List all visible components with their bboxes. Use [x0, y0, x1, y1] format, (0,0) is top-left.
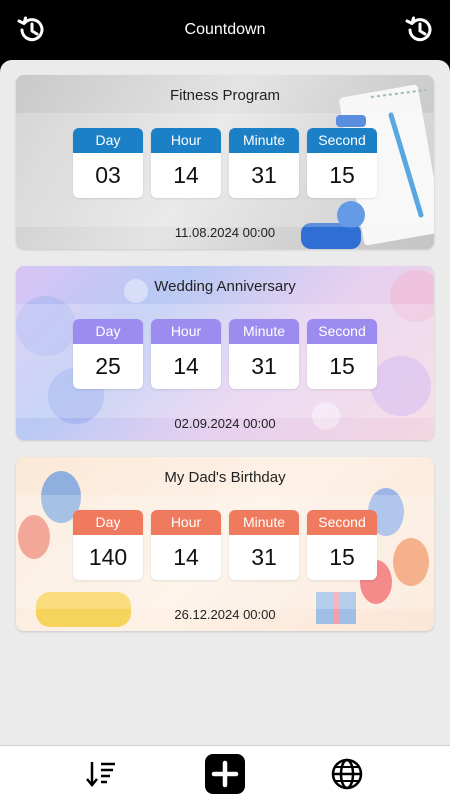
countdown-card-birthday[interactable]: My Dad's Birthday Day 140 Hour 14 Minute 31…: [16, 457, 434, 631]
second-value: 15: [329, 162, 355, 188]
bottom-nav: [0, 745, 450, 801]
day-value: 25: [95, 353, 121, 379]
countdown-card-fitness[interactable]: Fitness Program Day 03 Hour 14 Minute 31 Se…: [16, 75, 434, 249]
sort-icon: [86, 762, 115, 787]
hour-box: Hour 14: [151, 128, 221, 198]
globe-icon: [331, 758, 363, 790]
second-value: 15: [329, 544, 355, 570]
hour-value: 14: [173, 162, 199, 188]
page-title: Countdown: [184, 21, 266, 38]
minute-label: Minute: [229, 319, 299, 344]
hour-label: Hour: [151, 319, 221, 344]
target-date: 02.09.2024 00:00: [174, 416, 276, 431]
target-date: 11.08.2024 00:00: [174, 225, 276, 240]
card-title: My Dad's Birthday: [164, 469, 286, 486]
second-label: Second: [307, 128, 377, 153]
countdown-list: Fitness Program Day 03 Hour 14 Minute 31 Se…: [0, 60, 450, 745]
card-title: Fitness Program: [169, 87, 281, 104]
day-label: Day: [73, 128, 143, 153]
hour-value: 14: [173, 544, 199, 570]
minute-label: Minute: [229, 128, 299, 153]
second-box: Second 15: [307, 510, 377, 580]
second-label: Second: [307, 510, 377, 535]
hour-label: Hour: [151, 510, 221, 535]
day-box: Day 25: [73, 319, 143, 389]
hour-box: Hour 14: [151, 510, 221, 580]
second-box: Second 15: [307, 319, 377, 389]
minute-box: Minute 31: [229, 128, 299, 198]
hour-label: Hour: [151, 128, 221, 153]
target-date: 26.12.2024 00:00: [174, 607, 276, 622]
day-box: Day 140: [73, 510, 143, 580]
minute-label: Minute: [229, 510, 299, 535]
day-box: Day 03: [73, 128, 143, 198]
history-icon: [405, 16, 432, 42]
minute-value: 31: [251, 353, 277, 379]
day-value: 140: [88, 544, 128, 570]
add-countdown-button[interactable]: [205, 754, 245, 794]
add-icon: [205, 754, 245, 794]
day-label: Day: [73, 319, 143, 344]
minute-value: 31: [251, 544, 277, 570]
language-button[interactable]: [327, 754, 367, 794]
minute-box: Minute 31: [229, 510, 299, 580]
sort-button[interactable]: [82, 754, 122, 794]
day-value: 03: [95, 162, 121, 188]
hour-box: Hour 14: [151, 319, 221, 389]
second-box: Second 15: [307, 128, 377, 198]
minute-value: 31: [251, 162, 277, 188]
day-label: Day: [73, 510, 143, 535]
hour-value: 14: [173, 353, 199, 379]
second-label: Second: [307, 319, 377, 344]
minute-box: Minute 31: [229, 319, 299, 389]
history-button-right[interactable]: [401, 12, 437, 48]
app-header: Countdown: [0, 0, 450, 64]
card-title: Wedding Anniversary: [154, 278, 296, 295]
second-value: 15: [329, 353, 355, 379]
countdown-card-wedding[interactable]: Wedding Anniversary Day 25 Hour 14 Minute 3…: [16, 266, 434, 440]
